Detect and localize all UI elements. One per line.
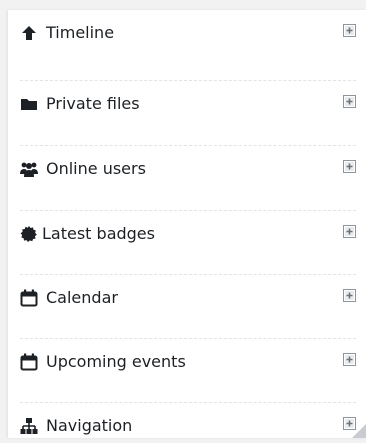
calendar-icon	[20, 289, 38, 307]
block-online-users: Online users	[20, 145, 356, 186]
add-block-button[interactable]	[343, 289, 356, 302]
arrow-up-icon	[22, 26, 36, 40]
block-title-timeline: Timeline	[46, 23, 115, 42]
block-navigation: Navigation	[20, 402, 356, 443]
add-block-button[interactable]	[343, 353, 356, 366]
add-block-button[interactable]	[343, 95, 356, 108]
add-block-button[interactable]	[343, 225, 356, 238]
block-timeline: Timeline	[20, 10, 356, 50]
block-calendar: Calendar	[20, 274, 356, 315]
sitemap-icon	[20, 418, 38, 434]
block-private-files: Private files	[20, 80, 356, 121]
resize-handle-icon	[352, 424, 366, 438]
block-title-navigation: Navigation	[46, 416, 133, 435]
block-title-online-users: Online users	[46, 159, 146, 178]
users-icon	[20, 162, 38, 177]
calendar-icon	[20, 353, 38, 371]
block-title-latest-badges: Latest badges	[42, 224, 155, 243]
block-title-private-files: Private files	[46, 94, 140, 113]
block-latest-badges: Latest badges	[20, 210, 356, 251]
block-title-upcoming-events: Upcoming events	[46, 352, 186, 371]
block-drawer: Timeline Private files Online users Late…	[8, 10, 366, 438]
folder-icon	[21, 99, 37, 110]
block-upcoming-events: Upcoming events	[20, 338, 356, 379]
block-title-calendar: Calendar	[46, 288, 118, 307]
badge-certificate-icon	[20, 226, 37, 242]
add-block-button[interactable]	[343, 160, 356, 173]
add-block-button[interactable]	[343, 24, 356, 37]
